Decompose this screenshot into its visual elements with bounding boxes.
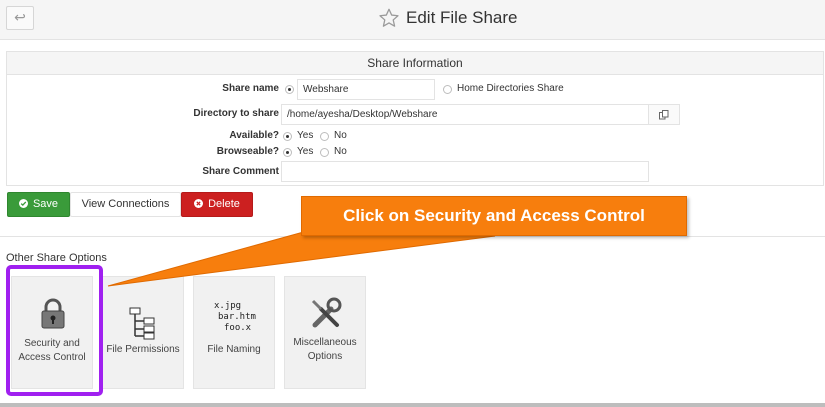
directory-label: Directory to share [193, 108, 279, 119]
view-connections-label: View Connections [81, 198, 170, 210]
file-naming-label: File Naming [207, 344, 261, 355]
available-label: Available? [229, 130, 279, 141]
share-name-row: Share name Webshare Home Directories Sha… [7, 79, 823, 100]
star-icon[interactable] [378, 7, 400, 29]
view-connections-button[interactable]: View Connections [70, 192, 181, 217]
miscellaneous-options-label: Miscellaneous Options [293, 337, 357, 362]
file-permissions-tile[interactable]: File Permissions [102, 276, 184, 389]
panel-title: Share Information [7, 52, 823, 75]
directory-input[interactable]: /home/ayesha/Desktop/Webshare [281, 104, 649, 125]
browseable-yes-label: Yes [297, 146, 314, 157]
file-tree-icon [129, 307, 155, 340]
browseable-no-radio[interactable] [320, 148, 329, 157]
share-comment-row: Share Comment [7, 161, 823, 182]
back-button[interactable]: ↩ [6, 6, 34, 30]
copy-icon [659, 110, 669, 120]
delete-button[interactable]: Delete [181, 192, 253, 217]
check-circle-icon [18, 199, 28, 208]
top-bar: ↩ Edit File Share [0, 0, 825, 40]
browseable-yes-radio[interactable] [283, 148, 292, 157]
browseable-label: Browseable? [216, 146, 279, 157]
file-name-sample-1: x.jpg [214, 301, 242, 311]
page-title: Edit File Share [406, 8, 518, 27]
highlight-frame [6, 265, 103, 396]
share-information-panel: Share Information Share name Webshare Ho… [6, 51, 824, 186]
delete-label: Delete [208, 198, 240, 210]
return-arrow-icon: ↩ [14, 9, 26, 25]
file-permissions-label: File Permissions [106, 344, 180, 355]
browseable-row: Browseable? Yes No [7, 143, 823, 161]
share-name-radio[interactable] [285, 85, 294, 94]
tools-icon [311, 297, 342, 328]
divider [0, 236, 825, 237]
available-yes-radio[interactable] [283, 132, 292, 141]
times-circle-icon [194, 199, 204, 208]
file-name-sample-3: foo.x [224, 323, 252, 333]
other-share-options-title: Other Share Options [6, 252, 107, 264]
share-name-input[interactable]: Webshare [297, 79, 435, 100]
home-directories-label: Home Directories Share [457, 83, 564, 94]
file-name-sample-2: bar.htm [218, 312, 256, 322]
share-comment-input[interactable] [281, 161, 649, 182]
share-name-label: Share name [222, 83, 279, 94]
home-directories-radio[interactable] [443, 85, 452, 94]
available-no-label: No [334, 130, 347, 141]
title-area: Edit File Share [378, 6, 518, 30]
callout-banner: Click on Security and Access Control [301, 196, 687, 236]
save-label: Save [32, 198, 59, 210]
available-no-radio[interactable] [320, 132, 329, 141]
available-yes-label: Yes [297, 130, 314, 141]
file-naming-tile[interactable]: x.jpg bar.htm foo.x File Naming [193, 276, 275, 389]
bottom-border [0, 403, 825, 407]
browseable-no-label: No [334, 146, 347, 157]
file-names-icon: x.jpg bar.htm foo.x [214, 301, 256, 334]
share-comment-label: Share Comment [202, 166, 279, 177]
directory-chooser-button[interactable] [648, 104, 680, 125]
directory-row: Directory to share /home/ayesha/Desktop/… [7, 104, 823, 125]
save-button[interactable]: Save [7, 192, 70, 217]
miscellaneous-options-tile[interactable]: Miscellaneous Options [284, 276, 366, 389]
